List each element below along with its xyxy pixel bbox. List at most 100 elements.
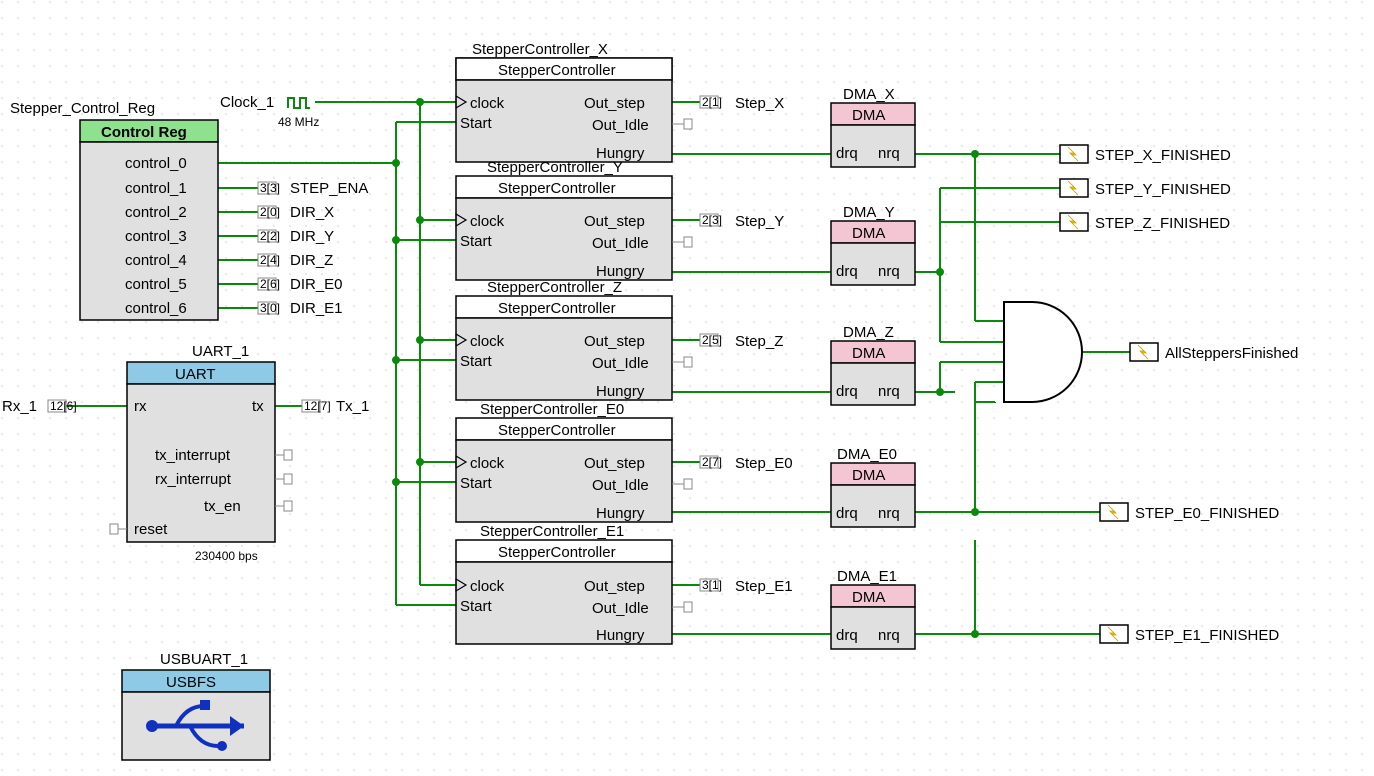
svg-text:nrq: nrq [878,145,900,162]
svg-text:DMA_X: DMA_X [843,86,895,103]
svg-text:12[6]: 12[6] [50,399,77,413]
control-pin-dirx[interactable]: 2[0] [258,205,280,219]
control-pin-dire0[interactable]: 2[6] [258,277,280,291]
svg-text:control_6: control_6 [125,300,187,317]
svg-text:Out_step: Out_step [584,455,645,472]
svg-text:2[3]: 2[3] [702,213,722,227]
svg-text:Step_X: Step_X [735,95,784,112]
control-pin-dire1[interactable]: 3[0] [258,301,280,315]
svg-text:nrq: nrq [878,505,900,522]
svg-text:StepperController: StepperController [498,544,616,561]
svg-text:control_4: control_4 [125,252,187,269]
stepper-z-block[interactable]: StepperController_Z StepperController cl… [456,279,672,400]
svg-text:DIR_E1: DIR_E1 [290,300,343,317]
svg-text:Clock_1: Clock_1 [220,94,274,111]
svg-text:Out_Idle: Out_Idle [592,477,649,494]
svg-text:Start: Start [460,353,493,370]
svg-text:Out_step: Out_step [584,333,645,350]
svg-text:nrq: nrq [878,383,900,400]
stepper-y-block[interactable]: StepperController_Y StepperController cl… [456,159,672,280]
svg-text:rx: rx [134,398,147,415]
svg-text:control_5: control_5 [125,276,187,293]
control-pin-dirz[interactable]: 2[4] [258,253,280,267]
control-pin-diry[interactable]: 2[2] [258,229,280,243]
uart-block[interactable]: UART_1 UART rx tx tx_interrupt rx_interr… [127,343,275,563]
svg-text:STEP_E1_FINISHED: STEP_E1_FINISHED [1135,627,1279,644]
isr-step-z[interactable] [1060,213,1088,231]
stepper-e0-block[interactable]: StepperController_E0 StepperController c… [456,401,672,522]
svg-text:STEP_Y_FINISHED: STEP_Y_FINISHED [1095,181,1231,198]
svg-text:Out_Idle: Out_Idle [592,235,649,252]
svg-text:2[1]: 2[1] [702,95,722,109]
svg-text:Out_Idle: Out_Idle [592,355,649,372]
svg-text:nrq: nrq [878,627,900,644]
isr-step-x[interactable] [1060,145,1088,163]
svg-text:tx: tx [252,398,264,415]
svg-text:drq: drq [836,145,858,162]
svg-text:Out_step: Out_step [584,213,645,230]
svg-text:DMA: DMA [852,225,885,242]
svg-text:Tx_1: Tx_1 [336,398,369,415]
svg-text:DMA_Z: DMA_Z [843,324,894,341]
control-reg-title: Control Reg [101,124,187,141]
svg-text:clock: clock [470,578,505,595]
svg-text:DIR_Z: DIR_Z [290,252,333,269]
control-pin-ena[interactable]: 3[3] [258,181,280,195]
svg-text:reset: reset [134,521,168,538]
isr-step-e1[interactable] [1100,625,1128,643]
step-x-pin[interactable]: 2[1] [700,95,722,109]
svg-text:StepperController: StepperController [498,62,616,79]
svg-text:Out_step: Out_step [584,578,645,595]
svg-text:2[6]: 2[6] [260,277,280,291]
svg-text:2[5]: 2[5] [702,333,722,347]
svg-text:UART_1: UART_1 [192,343,249,360]
svg-text:StepperController_E0: StepperController_E0 [480,401,624,418]
svg-text:DMA_Y: DMA_Y [843,204,895,221]
svg-text:Step_E0: Step_E0 [735,455,793,472]
svg-text:control_3: control_3 [125,228,187,245]
svg-text:Start: Start [460,233,493,250]
isr-step-e0[interactable] [1100,503,1128,521]
svg-text:Step_E1: Step_E1 [735,578,793,595]
svg-text:Start: Start [460,598,493,615]
svg-text:Step_Y: Step_Y [735,213,784,230]
stepper-x-block[interactable]: StepperController_X StepperController cl… [456,41,672,162]
step-e1-pin[interactable]: 3[1] [700,578,722,592]
svg-text:drq: drq [836,383,858,400]
svg-text:DIR_X: DIR_X [290,204,334,221]
svg-text:Hungry: Hungry [596,383,645,400]
svg-text:AllSteppersFinished: AllSteppersFinished [1165,345,1298,362]
svg-text:STEP_E0_FINISHED: STEP_E0_FINISHED [1135,505,1279,522]
svg-text:STEP_Z_FINISHED: STEP_Z_FINISHED [1095,215,1230,232]
svg-text:DMA: DMA [852,107,885,124]
svg-text:2[2]: 2[2] [260,229,280,243]
step-z-pin[interactable]: 2[5] [700,333,722,347]
isr-step-y[interactable] [1060,179,1088,197]
svg-text:tx_interrupt: tx_interrupt [155,447,231,464]
stepper-e1-block[interactable]: StepperController_E1 StepperController c… [456,523,672,644]
svg-text:Out_Idle: Out_Idle [592,117,649,134]
svg-text:DIR_E0: DIR_E0 [290,276,343,293]
svg-text:Start: Start [460,475,493,492]
svg-text:STEP_ENA: STEP_ENA [290,180,368,197]
svg-text:Hungry: Hungry [596,263,645,280]
svg-text:StepperController: StepperController [498,180,616,197]
isr-all[interactable] [1130,343,1158,361]
svg-text:3[3]: 3[3] [260,181,280,195]
step-e0-pin[interactable]: 2[7] [700,455,722,469]
uart-rx-pin[interactable]: 12[6] [48,399,77,413]
svg-text:clock: clock [470,95,505,112]
svg-text:Rx_1: Rx_1 [2,398,37,415]
uart-tx-pin[interactable]: 12[7] [302,399,331,413]
svg-text:control_1: control_1 [125,180,187,197]
svg-text:clock: clock [470,333,505,350]
svg-text:StepperController_E1: StepperController_E1 [480,523,624,540]
svg-text:Hungry: Hungry [596,627,645,644]
svg-text:DMA_E1: DMA_E1 [837,568,897,585]
svg-text:DMA: DMA [852,345,885,362]
step-y-pin[interactable]: 2[3] [700,213,722,227]
svg-text:StepperController_Z: StepperController_Z [487,279,622,296]
svg-text:Step_Z: Step_Z [735,333,783,350]
svg-text:rx_interrupt: rx_interrupt [155,471,232,488]
svg-text:2[7]: 2[7] [702,455,722,469]
